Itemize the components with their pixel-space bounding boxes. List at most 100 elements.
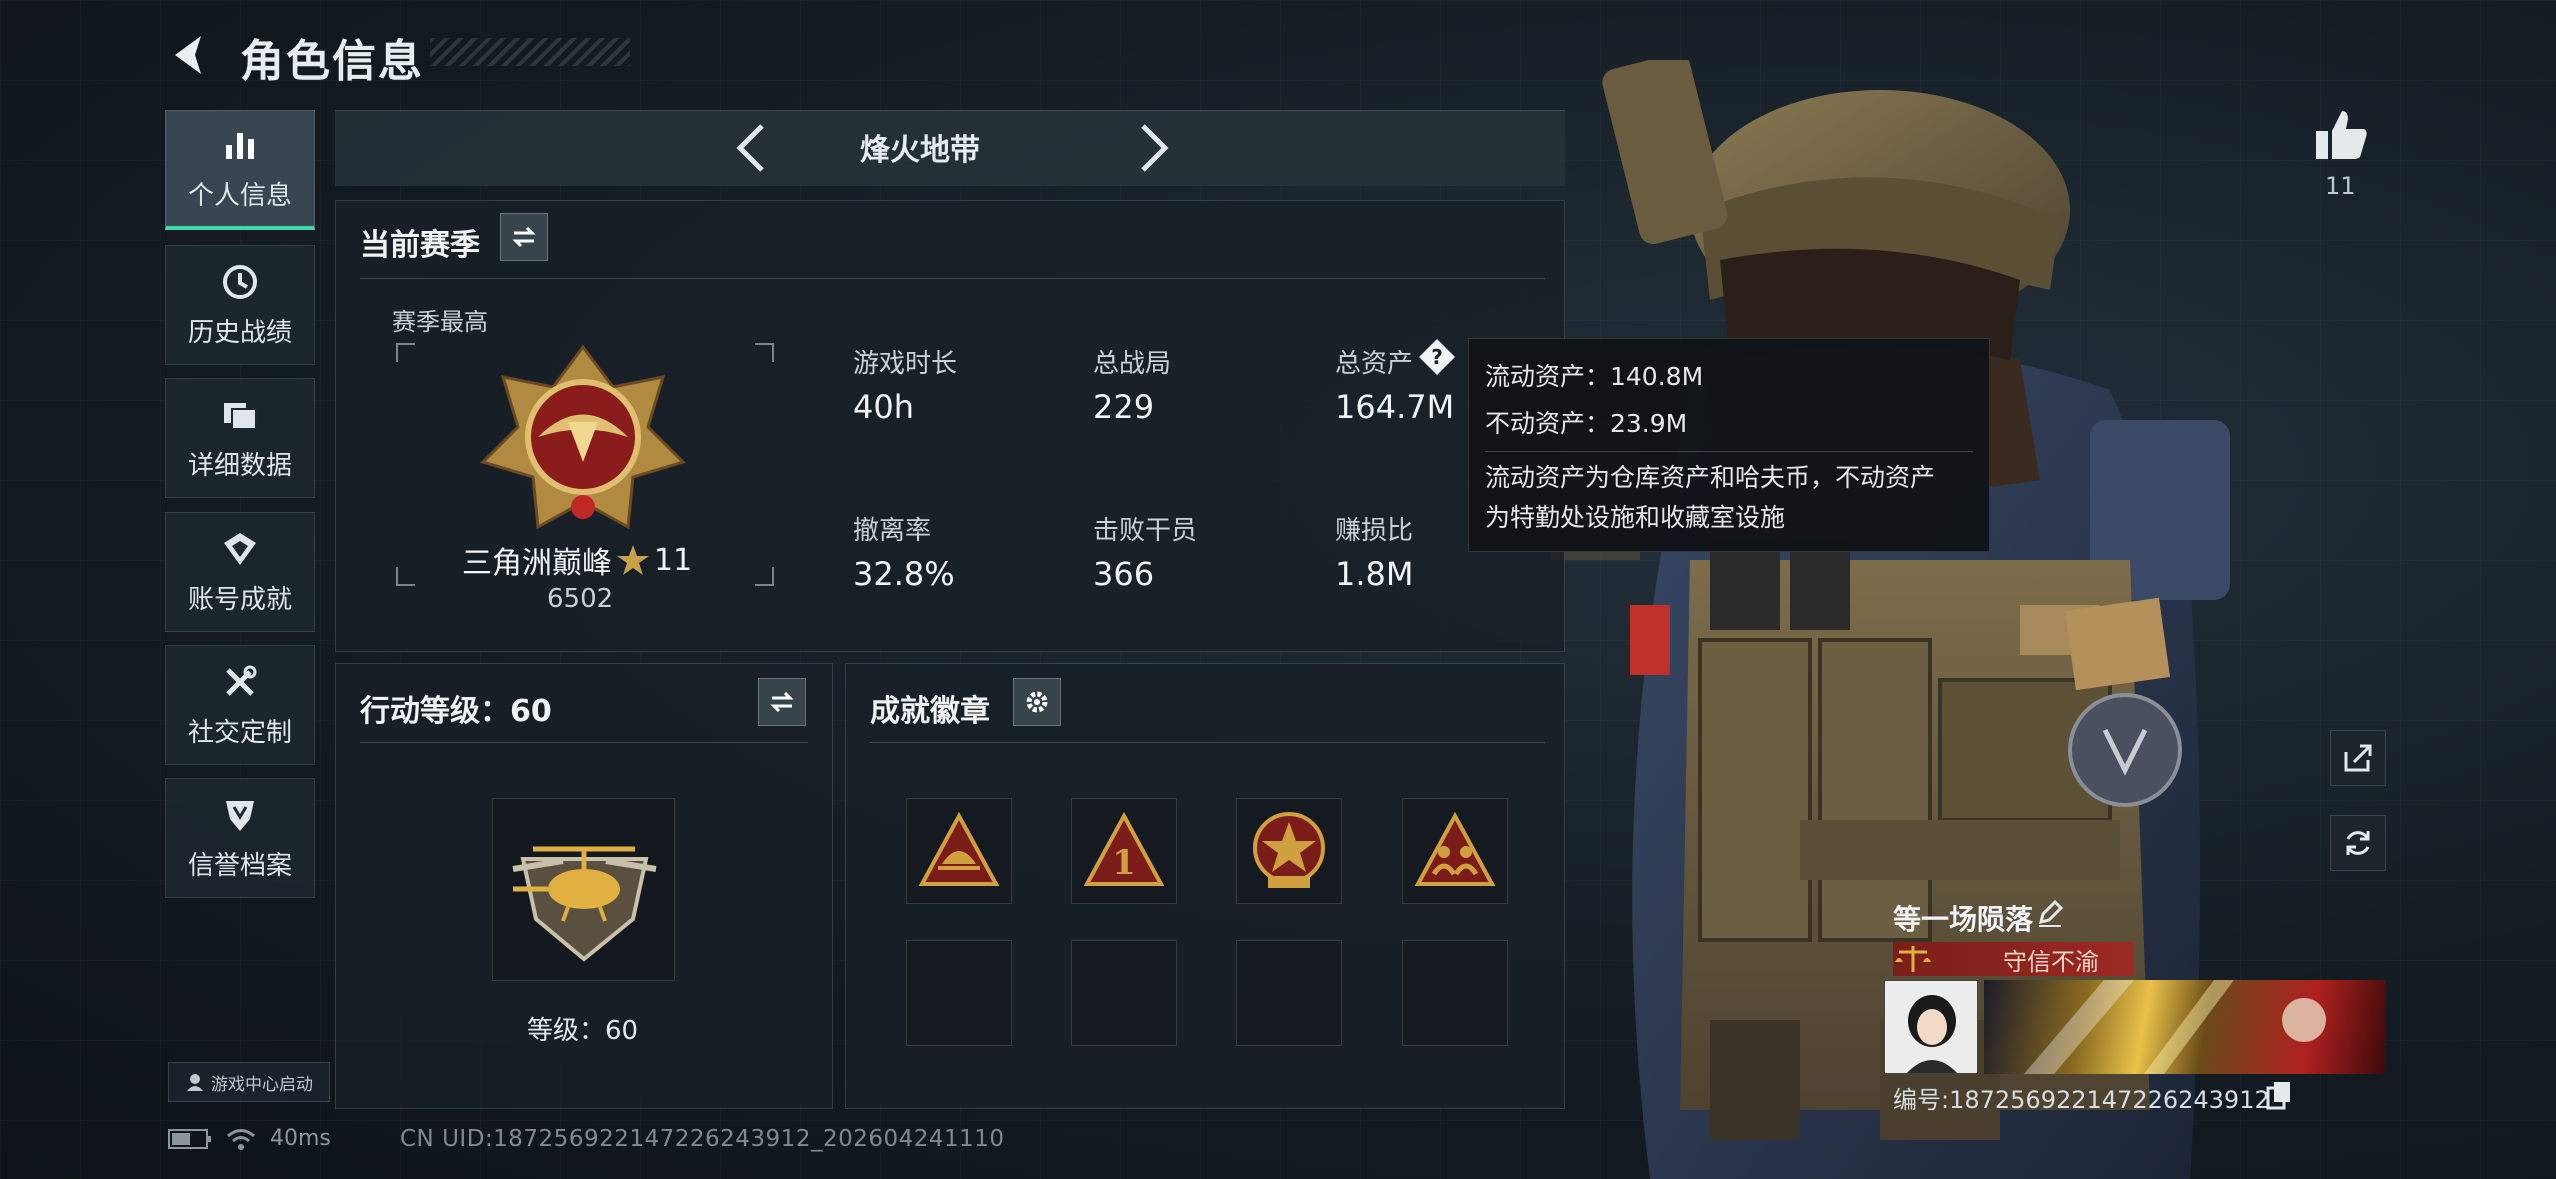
- mode-label: 烽火地带: [860, 133, 980, 168]
- tooltip-liquid: 流动资产：140.8M: [1485, 362, 1704, 391]
- game-center-launch[interactable]: 游戏中心启动: [168, 1062, 330, 1102]
- nav-item-achievements[interactable]: 账号成就: [165, 512, 315, 632]
- badge-slot[interactable]: [906, 798, 1012, 904]
- achievement-icon: [224, 532, 256, 565]
- asset-info-button[interactable]: ?: [1418, 338, 1456, 376]
- player-name: 等一场陨落: [1893, 903, 2034, 936]
- badge-slot[interactable]: 1: [1071, 798, 1177, 904]
- tooltip-desc-2: 为特勤处设施和收藏室设施: [1485, 503, 1786, 532]
- svg-text:1: 1: [1112, 843, 1136, 883]
- badges-title: 成就徽章: [870, 694, 990, 729]
- tools-icon: [226, 665, 257, 696]
- nav-label: 信誉档案: [187, 850, 292, 881]
- question-icon: ?: [1419, 339, 1455, 375]
- action-level-switch-button[interactable]: [758, 678, 806, 726]
- rank-score: 6502: [547, 584, 614, 614]
- rank-stars: 11: [654, 542, 693, 578]
- player-id: 编号:187256922147226243912: [1893, 1086, 2270, 1114]
- battery-icon: [168, 1128, 211, 1149]
- number-one-badge-icon: 1: [1083, 811, 1165, 886]
- edit-pencil-icon[interactable]: [2035, 898, 2065, 928]
- tooltip-desc-1: 流动资产为仓库资产和哈夫币，不动资产: [1485, 463, 1936, 492]
- nav-item-detail-data[interactable]: 详细数据: [165, 378, 315, 498]
- star-icon: [617, 545, 649, 575]
- wifi-icon: [227, 1128, 255, 1150]
- scales-icon: [1895, 946, 1931, 972]
- badge-slot-empty[interactable]: [1071, 940, 1177, 1046]
- back-arrow-icon[interactable]: [165, 30, 215, 80]
- swap-icon: [770, 691, 794, 713]
- avatar[interactable]: [1884, 980, 1978, 1074]
- stat-value-kills: 366: [1093, 555, 1155, 593]
- user-icon: [187, 1074, 203, 1091]
- stat-label-kills: 击败干员: [1093, 516, 1198, 546]
- stat-label-matches: 总战局: [1093, 349, 1172, 379]
- title-decoration: [430, 38, 630, 66]
- badge-slot[interactable]: [1236, 798, 1342, 904]
- nav-item-social[interactable]: 社交定制: [165, 645, 315, 765]
- avatar-portrait-icon: [1885, 981, 1977, 1073]
- stat-value-profit-ratio: 1.8M: [1335, 555, 1414, 593]
- action-level-title: 行动等级：60: [360, 694, 552, 729]
- badge-slot-empty[interactable]: [1236, 940, 1342, 1046]
- season-title: 当前赛季: [360, 228, 480, 263]
- refresh-icon: [2346, 831, 2370, 855]
- stat-value-playtime: 40h: [853, 388, 914, 426]
- rank-name: 三角洲巅峰: [462, 546, 612, 581]
- badges-settings-button[interactable]: [1013, 678, 1061, 726]
- svg-text:?: ?: [1431, 345, 1443, 369]
- tooltip-divider: [1485, 451, 1973, 452]
- status-bar: 40ms: [168, 1126, 331, 1151]
- chevron-left-icon[interactable]: [730, 120, 770, 176]
- uid-text: CN UID:187256922147226243912_20260424111…: [400, 1126, 1005, 1152]
- like-count: 11: [2325, 172, 2356, 200]
- player-banner[interactable]: [1984, 980, 2386, 1074]
- share-button[interactable]: [2330, 730, 2386, 786]
- nav-label: 社交定制: [187, 717, 292, 748]
- nav-label: 个人信息: [187, 181, 292, 211]
- nav-item-credit[interactable]: 信誉档案: [165, 778, 315, 898]
- nav-label: 账号成就: [187, 584, 292, 615]
- season-switch-button[interactable]: [500, 213, 548, 261]
- helicopter-emblem-icon: [512, 846, 657, 962]
- player-title-bar: 守信不渝: [1893, 942, 2133, 976]
- squad-badge-icon: [1414, 811, 1496, 886]
- shield-icon: [226, 800, 254, 831]
- nav-label: 详细数据: [187, 450, 292, 481]
- refresh-button[interactable]: [2330, 815, 2386, 871]
- nav-item-history[interactable]: 历史战绩: [165, 245, 315, 365]
- stat-label-playtime: 游戏时长: [853, 349, 958, 379]
- game-center-label: 游戏中心启动: [211, 1074, 313, 1095]
- badge-slot[interactable]: [1402, 798, 1508, 904]
- divider: [360, 742, 808, 743]
- player-title-text: 守信不渝: [2003, 947, 2099, 976]
- rank-emblem-icon: [480, 344, 686, 530]
- stat-value-matches: 229: [1093, 388, 1155, 426]
- level-text: 等级：60: [527, 1016, 639, 1046]
- stat-label-assets: 总资产: [1335, 349, 1414, 379]
- stat-label-profit-ratio: 赚损比: [1335, 516, 1414, 546]
- copy-icon[interactable]: [2266, 1080, 2292, 1110]
- divider: [870, 742, 1545, 743]
- chevron-right-icon[interactable]: [1135, 120, 1175, 176]
- nav-item-personal-info[interactable]: 个人信息: [165, 110, 315, 230]
- star-medal-badge-icon: [1253, 812, 1325, 888]
- rank-line: 三角洲巅峰 11: [462, 538, 692, 582]
- season-best-label: 赛季最高: [392, 308, 488, 336]
- nav-label: 历史战绩: [187, 317, 292, 348]
- gear-icon: [1026, 691, 1048, 713]
- stat-value-assets: 164.7M: [1335, 388, 1455, 426]
- bar-chart-icon: [226, 133, 254, 159]
- page-title: 角色信息: [240, 36, 424, 87]
- folder-icon: [224, 402, 257, 430]
- thumbs-up-icon[interactable]: [2312, 105, 2372, 165]
- helmet-badge-icon: [918, 811, 1000, 886]
- tooltip-fixed: 不动资产：23.9M: [1485, 409, 1688, 438]
- stat-label-extract-rate: 撤离率: [853, 516, 932, 546]
- badge-slot-empty[interactable]: [1402, 940, 1508, 1046]
- clock-icon: [223, 264, 257, 299]
- badge-slot-empty[interactable]: [906, 940, 1012, 1046]
- share-icon: [2344, 744, 2372, 772]
- asset-tooltip: 流动资产：140.8M 不动资产：23.9M 流动资产为仓库资产和哈夫币，不动资…: [1468, 338, 1990, 552]
- banner-art: [2024, 980, 2326, 1074]
